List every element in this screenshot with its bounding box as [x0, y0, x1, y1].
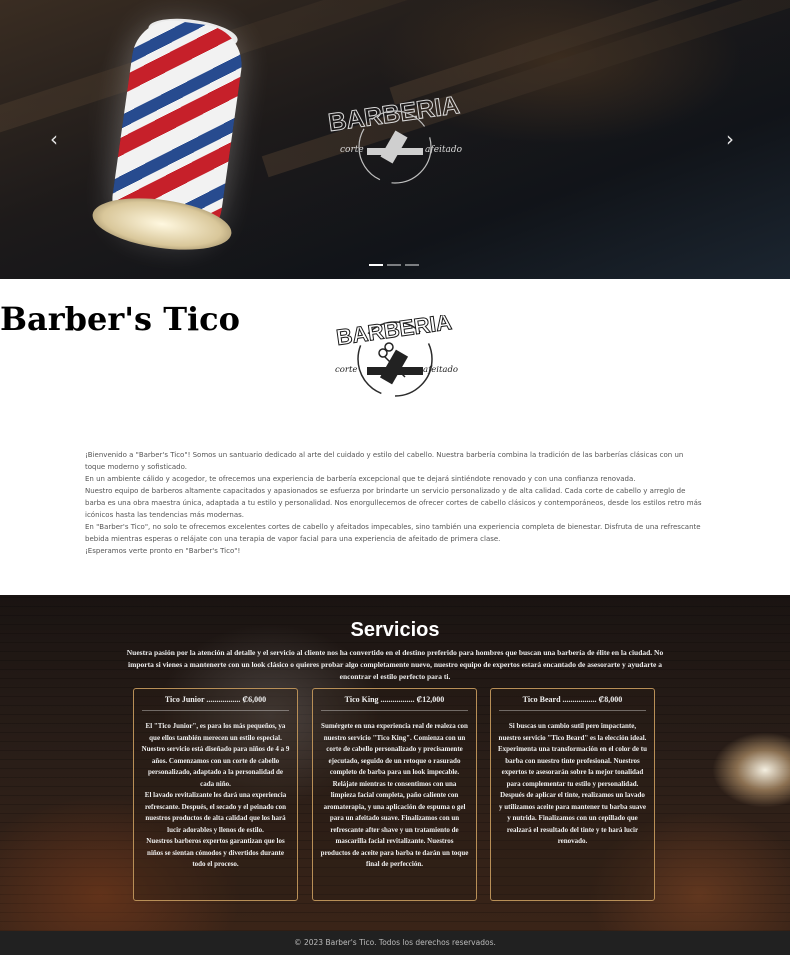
about-paragraph: Nuestro equipo de barberos altamente cap… [85, 487, 702, 519]
service-card-description: El "Tico Junior", es para los más pequeñ… [141, 721, 290, 871]
service-card-paragraph: Después de aplicar el tinte, realizamos … [498, 791, 647, 845]
service-card-tico-junior: Tico Junior ................. ₡6,000 El … [133, 688, 298, 901]
logo-right-word: afeitado [423, 365, 458, 375]
service-card-paragraph: El lavado revitalizante les dará una exp… [144, 791, 287, 834]
service-card-title: Tico Junior ................. ₡6,000 [142, 695, 289, 711]
service-card-description: Si buscas un cambio sutil pero impactant… [498, 721, 647, 848]
service-card-paragraph: Si buscas un cambio sutil pero impactant… [498, 722, 647, 788]
carousel-indicators [369, 264, 419, 266]
logo-word: BARBERIA [327, 92, 462, 137]
services-intro: Nuestra pasión por la atención al detall… [126, 648, 664, 681]
service-card-paragraph: El "Tico Junior", es para los más pequeñ… [141, 722, 290, 788]
service-card-paragraph: Nuestros barberos expertos garantizan qu… [146, 837, 285, 868]
hero-carousel: BARBERIA corte afeitado ‹ › [0, 0, 790, 279]
footer-copyright: © 2023 Barber's Tico. Todos los derechos… [294, 938, 496, 947]
service-card-title: Tico Beard ................. ₡8,000 [499, 695, 646, 711]
services-section: Servicios Nuestra pasión por la atención… [0, 595, 790, 931]
service-card-tico-king: Tico King ................. ₡12,000 Sumé… [312, 688, 477, 901]
carousel-next-icon[interactable]: › [726, 127, 734, 151]
service-card-description: Sumérgete en una experiencia real de rea… [320, 721, 469, 871]
about-title: Barber's Tico [0, 300, 240, 339]
services-title: Servicios [350, 619, 440, 641]
service-card-tico-beard: Tico Beard ................. ₡8,000 Si b… [490, 688, 655, 901]
about-paragraph: En "Barber's Tico", no solo te ofrecemos… [85, 523, 701, 543]
about-paragraph: En un ambiente cálido y acogedor, te ofr… [85, 475, 636, 483]
carousel-indicator-1[interactable] [369, 264, 383, 266]
logo-left-word: corte [335, 365, 357, 375]
about-paragraph: ¡Bienvenido a "Barber's Tico"! Somos un … [85, 451, 684, 471]
carousel-prev-icon[interactable]: ‹ [50, 127, 58, 151]
logo-word: BARBERIA [335, 315, 454, 350]
about-barberia-logo: BARBERIA corte afeitado [334, 315, 458, 397]
service-card-title: Tico King ................. ₡12,000 [321, 695, 468, 711]
about-description: ¡Bienvenido a "Barber's Tico"! Somos un … [85, 449, 705, 557]
hero-barberia-logo: BARBERIA corte afeitado [326, 92, 463, 184]
footer: © 2023 Barber's Tico. Todos los derechos… [0, 931, 790, 955]
service-card-paragraph: Sumérgete en una experiencia real de rea… [320, 722, 469, 868]
about-paragraph: ¡Esperamos verte pronto en "Barber's Tic… [85, 547, 241, 555]
carousel-indicator-3[interactable] [405, 264, 419, 266]
carousel-indicator-2[interactable] [387, 264, 401, 266]
